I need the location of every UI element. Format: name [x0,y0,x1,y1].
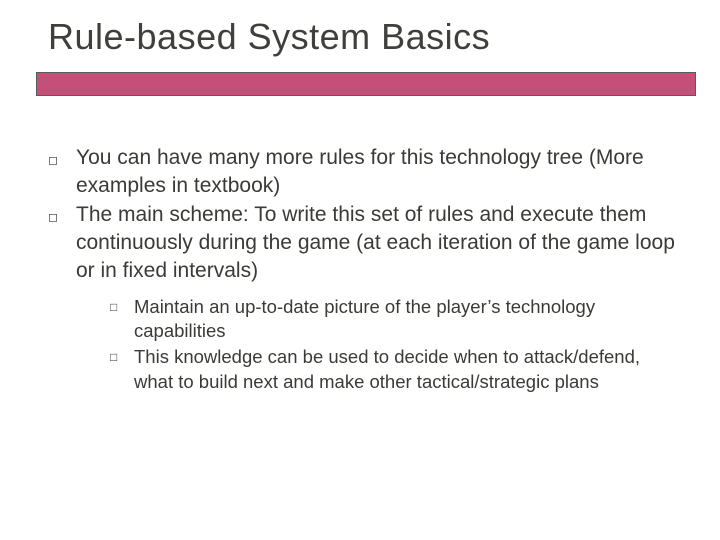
bullet-square-icon: □ [110,345,134,369]
list-item: □ This knowledge can be used to decide w… [110,345,684,394]
bullet-square-icon: ◻ [48,144,76,174]
slide: Rule-based System Basics ◻ You can have … [0,0,720,540]
list-item: ◻ The main scheme: To write this set of … [48,201,684,284]
list-item-text: The main scheme: To write this set of ru… [76,201,684,284]
bullet-square-icon: ◻ [48,201,76,231]
page-title: Rule-based System Basics [0,0,720,72]
sub-list: □ Maintain an up-to-date picture of the … [48,287,684,395]
list-item: □ Maintain an up-to-date picture of the … [110,295,684,344]
bullet-square-icon: □ [110,295,134,319]
title-underline-bar [36,72,696,96]
content-area: ◻ You can have many more rules for this … [0,96,720,394]
list-item: ◻ You can have many more rules for this … [48,144,684,199]
list-item-text: You can have many more rules for this te… [76,144,684,199]
list-item-text: Maintain an up-to-date picture of the pl… [134,295,684,344]
list-item-text: This knowledge can be used to decide whe… [134,345,684,394]
